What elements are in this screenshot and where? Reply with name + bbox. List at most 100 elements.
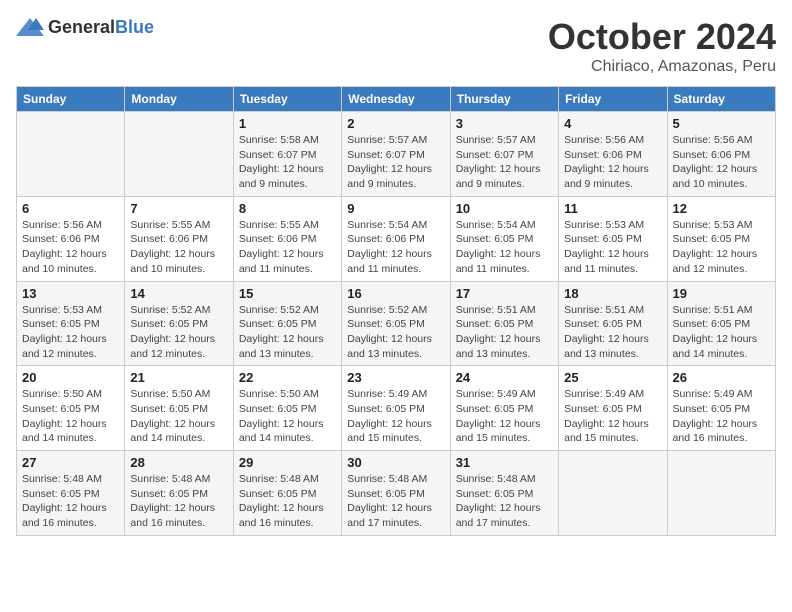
day-number: 31 [456, 455, 553, 470]
calendar-cell: 26Sunrise: 5:49 AM Sunset: 6:05 PM Dayli… [667, 366, 775, 451]
day-number: 2 [347, 116, 444, 131]
calendar-cell: 14 Sunrise: 5:52 AM Sunset: 6:05 PM Dayli… [125, 281, 233, 366]
logo-icon [16, 16, 44, 38]
day-number: 10 [456, 201, 553, 216]
day-detail: Sunrise: 5:48 AM Sunset: 6:05 PM Dayligh… [347, 472, 444, 531]
day-number: 13 [22, 286, 119, 301]
calendar-cell: 25 Sunrise: 5:49 AM Sunset: 6:05 PM Dayli… [559, 366, 667, 451]
day-detail: Sunrise: 5:49 AM Sunset: 6:05 PM Dayligh… [456, 387, 553, 446]
day-detail: Sunrise: 5:53 AM Sunset: 6:05 PM Dayligh… [673, 218, 770, 277]
day-detail: Sunrise: 5:49 AM Sunset: 6:05 PM Dayligh… [347, 387, 444, 446]
day-number: 18 [564, 286, 661, 301]
day-detail: Sunrise: 5:52 AM Sunset: 6:05 PM Dayligh… [239, 303, 336, 362]
day-detail: Sunrise: 5:54 AM Sunset: 6:05 PM Dayligh… [456, 218, 553, 277]
calendar-cell [667, 451, 775, 536]
day-detail: Sunrise: 5:52 AM Sunset: 6:05 PM Dayligh… [347, 303, 444, 362]
day-number: 1 [239, 116, 336, 131]
day-detail: Sunrise: 5:48 AM Sunset: 6:05 PM Dayligh… [22, 472, 119, 531]
day-number: 22 [239, 370, 336, 385]
day-number: 9 [347, 201, 444, 216]
day-number: 4 [564, 116, 661, 131]
day-detail: Sunrise: 5:56 AM Sunset: 6:06 PM Dayligh… [22, 218, 119, 277]
weekday-header-tuesday: Tuesday [233, 87, 341, 112]
week-row-2: 6Sunrise: 5:56 AM Sunset: 6:06 PM Daylig… [17, 196, 776, 281]
calendar-cell: 27Sunrise: 5:48 AM Sunset: 6:05 PM Dayli… [17, 451, 125, 536]
calendar-cell: 21Sunrise: 5:50 AM Sunset: 6:05 PM Dayli… [125, 366, 233, 451]
logo: GeneralBlue [16, 16, 154, 38]
day-detail: Sunrise: 5:48 AM Sunset: 6:05 PM Dayligh… [239, 472, 336, 531]
day-number: 11 [564, 201, 661, 216]
week-row-1: 1 Sunrise: 5:58 AM Sunset: 6:07 PM Daylig… [17, 112, 776, 197]
weekday-header-row: SundayMondayTuesdayWednesdayThursdayFrid… [17, 87, 776, 112]
day-number: 8 [239, 201, 336, 216]
day-detail: Sunrise: 5:55 AM Sunset: 6:06 PM Dayligh… [239, 218, 336, 277]
calendar-cell: 16Sunrise: 5:52 AM Sunset: 6:05 PM Dayli… [342, 281, 450, 366]
day-detail: Sunrise: 5:50 AM Sunset: 6:05 PM Dayligh… [239, 387, 336, 446]
weekday-header-friday: Friday [559, 87, 667, 112]
day-number: 19 [673, 286, 770, 301]
day-number: 14 [130, 286, 227, 301]
day-detail: Sunrise: 5:51 AM Sunset: 6:05 PM Dayligh… [456, 303, 553, 362]
day-detail: Sunrise: 5:56 AM Sunset: 6:06 PM Dayligh… [673, 133, 770, 192]
day-number: 25 [564, 370, 661, 385]
calendar-cell: 7 Sunrise: 5:55 AM Sunset: 6:06 PM Daylig… [125, 196, 233, 281]
calendar-cell: 3Sunrise: 5:57 AM Sunset: 6:07 PM Daylig… [450, 112, 558, 197]
weekday-header-sunday: Sunday [17, 87, 125, 112]
calendar-cell: 6Sunrise: 5:56 AM Sunset: 6:06 PM Daylig… [17, 196, 125, 281]
location-title: Chiriaco, Amazonas, Peru [548, 58, 776, 76]
header: GeneralBlue October 2024 Chiriaco, Amazo… [16, 16, 776, 76]
day-detail: Sunrise: 5:48 AM Sunset: 6:05 PM Dayligh… [456, 472, 553, 531]
week-row-3: 13Sunrise: 5:53 AM Sunset: 6:05 PM Dayli… [17, 281, 776, 366]
day-detail: Sunrise: 5:55 AM Sunset: 6:06 PM Dayligh… [130, 218, 227, 277]
calendar-cell: 30 Sunrise: 5:48 AM Sunset: 6:05 PM Dayli… [342, 451, 450, 536]
day-number: 23 [347, 370, 444, 385]
week-row-5: 27Sunrise: 5:48 AM Sunset: 6:05 PM Dayli… [17, 451, 776, 536]
calendar-cell: 12 Sunrise: 5:53 AM Sunset: 6:05 PM Dayli… [667, 196, 775, 281]
day-detail: Sunrise: 5:54 AM Sunset: 6:06 PM Dayligh… [347, 218, 444, 277]
calendar-cell: 17Sunrise: 5:51 AM Sunset: 6:05 PM Dayli… [450, 281, 558, 366]
calendar-cell [559, 451, 667, 536]
calendar-cell: 19 Sunrise: 5:51 AM Sunset: 6:05 PM Dayli… [667, 281, 775, 366]
logo-general-text: General [48, 17, 115, 37]
day-detail: Sunrise: 5:52 AM Sunset: 6:05 PM Dayligh… [130, 303, 227, 362]
calendar-cell: 24 Sunrise: 5:49 AM Sunset: 6:05 PM Dayli… [450, 366, 558, 451]
calendar-cell: 5 Sunrise: 5:56 AM Sunset: 6:06 PM Daylig… [667, 112, 775, 197]
day-number: 15 [239, 286, 336, 301]
calendar-cell: 20Sunrise: 5:50 AM Sunset: 6:05 PM Dayli… [17, 366, 125, 451]
weekday-header-saturday: Saturday [667, 87, 775, 112]
day-number: 24 [456, 370, 553, 385]
day-number: 12 [673, 201, 770, 216]
calendar-cell [125, 112, 233, 197]
weekday-header-monday: Monday [125, 87, 233, 112]
day-number: 21 [130, 370, 227, 385]
calendar-cell: 2Sunrise: 5:57 AM Sunset: 6:07 PM Daylig… [342, 112, 450, 197]
calendar-cell: 4 Sunrise: 5:56 AM Sunset: 6:06 PM Daylig… [559, 112, 667, 197]
calendar-cell: 18 Sunrise: 5:51 AM Sunset: 6:05 PM Dayli… [559, 281, 667, 366]
title-area: October 2024 Chiriaco, Amazonas, Peru [548, 16, 776, 76]
day-detail: Sunrise: 5:56 AM Sunset: 6:06 PM Dayligh… [564, 133, 661, 192]
day-number: 7 [130, 201, 227, 216]
calendar-cell: 11 Sunrise: 5:53 AM Sunset: 6:05 PM Dayli… [559, 196, 667, 281]
day-number: 30 [347, 455, 444, 470]
calendar-cell: 9 Sunrise: 5:54 AM Sunset: 6:06 PM Daylig… [342, 196, 450, 281]
day-detail: Sunrise: 5:51 AM Sunset: 6:05 PM Dayligh… [673, 303, 770, 362]
calendar-cell: 23 Sunrise: 5:49 AM Sunset: 6:05 PM Dayli… [342, 366, 450, 451]
day-detail: Sunrise: 5:49 AM Sunset: 6:05 PM Dayligh… [564, 387, 661, 446]
week-row-4: 20 Sunrise: 5:50 AM Sunset: 6:05 PM Dayli… [17, 366, 776, 451]
logo-blue-text: Blue [115, 17, 154, 37]
day-detail: Sunrise: 5:51 AM Sunset: 6:05 PM Dayligh… [564, 303, 661, 362]
calendar-cell: 29Sunrise: 5:48 AM Sunset: 6:05 PM Dayli… [233, 451, 341, 536]
calendar-cell: 8 Sunrise: 5:55 AM Sunset: 6:06 PM Daylig… [233, 196, 341, 281]
calendar-cell: 15 Sunrise: 5:52 AM Sunset: 6:05 PM Dayli… [233, 281, 341, 366]
weekday-header-thursday: Thursday [450, 87, 558, 112]
calendar-cell: 10 Sunrise: 5:54 AM Sunset: 6:05 PM Dayli… [450, 196, 558, 281]
day-detail: Sunrise: 5:57 AM Sunset: 6:07 PM Dayligh… [456, 133, 553, 192]
day-number: 5 [673, 116, 770, 131]
day-detail: Sunrise: 5:58 AM Sunset: 6:07 PM Dayligh… [239, 133, 336, 192]
calendar-table: SundayMondayTuesdayWednesdayThursdayFrid… [16, 86, 776, 536]
day-detail: Sunrise: 5:49 AM Sunset: 6:05 PM Dayligh… [673, 387, 770, 446]
day-detail: Sunrise: 5:53 AM Sunset: 6:05 PM Dayligh… [564, 218, 661, 277]
calendar-cell: 22 Sunrise: 5:50 AM Sunset: 6:05 PM Dayli… [233, 366, 341, 451]
calendar-cell: 13Sunrise: 5:53 AM Sunset: 6:05 PM Dayli… [17, 281, 125, 366]
day-number: 20 [22, 370, 119, 385]
